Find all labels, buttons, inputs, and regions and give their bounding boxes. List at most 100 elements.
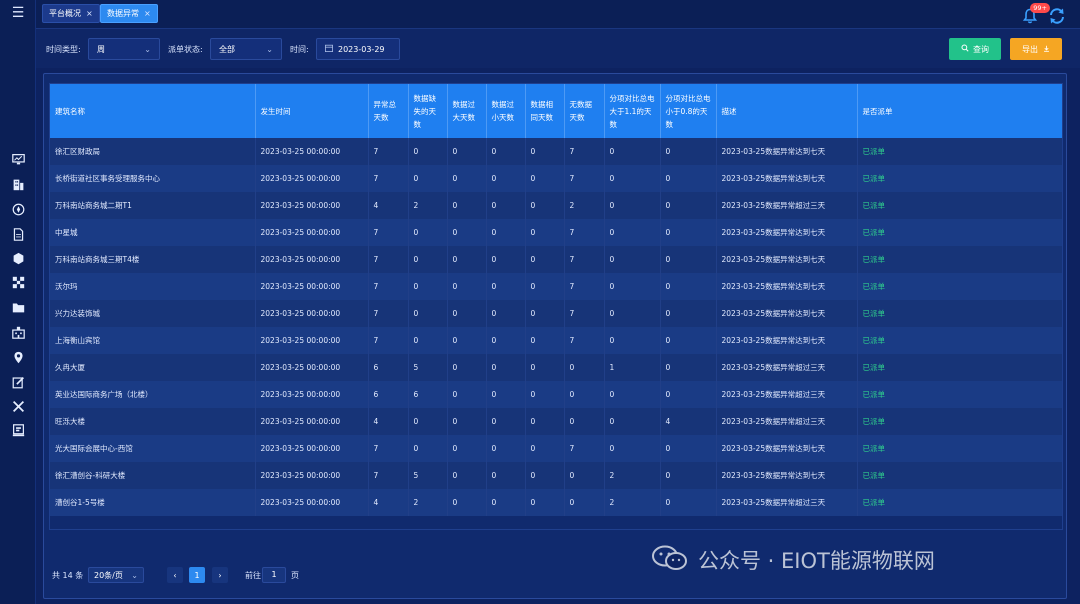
- refresh-icon[interactable]: [1048, 7, 1066, 25]
- location-pin-icon[interactable]: [9, 348, 27, 366]
- table-cell: 2023-03-25 00:00:00: [255, 327, 369, 354]
- table-cell: 4: [368, 489, 409, 516]
- time-type-value: 周: [97, 44, 105, 54]
- next-page-button[interactable]: ›: [212, 567, 228, 583]
- table-cell: 7: [564, 165, 605, 192]
- export-button[interactable]: 导出: [1010, 38, 1062, 60]
- table-row[interactable]: 上海衡山宾馆 2023-03-25 00:00:00 7 0 0 0 0 7 0 0 2023-03…: [50, 327, 1062, 354]
- chevron-down-icon: ⌄: [266, 44, 273, 54]
- table-row[interactable]: 万科南站商务城二期T1 2023-03-25 00:00:00 4 2 0 0 0 2 0 0 20…: [50, 192, 1062, 219]
- table-cell: 6: [368, 381, 409, 408]
- tools-icon[interactable]: [9, 397, 27, 415]
- menu-toggle-icon[interactable]: ☰: [10, 6, 26, 20]
- table-row[interactable]: 久冉大厦 2023-03-25 00:00:00 6 5 0 0 0 0 1 0 2023-03-2…: [50, 354, 1062, 381]
- table-cell: 0: [604, 435, 661, 462]
- table-cell: 0: [564, 354, 605, 381]
- table-cell: 7: [368, 462, 409, 489]
- table-cell: 0: [525, 165, 565, 192]
- table-cell: 0: [525, 273, 565, 300]
- table-row[interactable]: 旺泺大楼 2023-03-25 00:00:00 4 0 0 0 0 0 0 4 2023-03-2…: [50, 408, 1062, 435]
- table-cell: 0: [525, 138, 565, 165]
- date-picker[interactable]: 2023-03-29: [316, 38, 400, 60]
- network-icon[interactable]: [9, 273, 27, 291]
- dispatch-status-value: 全部: [219, 44, 235, 54]
- table-cell: 英业达国际商务广场（北楼）: [50, 381, 256, 408]
- table-row[interactable]: 英业达国际商务广场（北楼） 2023-03-25 00:00:00 6 6 0 0 0 0 0 0…: [50, 381, 1062, 408]
- table-row[interactable]: 徐汇区财政局 2023-03-25 00:00:00 7 0 0 0 0 7 0 0 2023-03…: [50, 138, 1062, 165]
- table-cell: 0: [660, 327, 717, 354]
- table-cell: 0: [604, 192, 661, 219]
- table-cell: 2: [604, 462, 661, 489]
- query-label: 查询: [973, 44, 989, 54]
- page-size-select[interactable]: 20条/页 ⌄: [88, 567, 144, 583]
- table-cell: 万科南站商务城三期T4楼: [50, 246, 256, 273]
- table-cell: 7: [564, 327, 605, 354]
- close-icon[interactable]: ×: [86, 9, 93, 18]
- document-icon[interactable]: [9, 225, 27, 243]
- dispatch-status-cell: 已派单: [857, 462, 1062, 489]
- data-panel: 建筑名称 发生时间 异常总天数 数据缺失的天数 数据过大天数 数据过小天数 数据相同天数 无数…: [43, 73, 1067, 599]
- column-header: 数据过小天数: [486, 84, 526, 138]
- table-cell: 2023-03-25 00:00:00: [255, 381, 369, 408]
- table-row[interactable]: 长桥街道社区事务受理服务中心 2023-03-25 00:00:00 7 0 0 0 0 7 0…: [50, 165, 1062, 192]
- table-row[interactable]: 万科南站商务城三期T4楼 2023-03-25 00:00:00 7 0 0 0 0 7 0 0 2…: [50, 246, 1062, 273]
- table-cell: 徐汇区财政局: [50, 138, 256, 165]
- tab-platform-overview[interactable]: 平台概况 ×: [42, 4, 100, 23]
- table-cell: 0: [447, 462, 487, 489]
- table-cell: 旺泺大楼: [50, 408, 256, 435]
- table-cell: 7: [368, 300, 409, 327]
- cube-icon[interactable]: [9, 249, 27, 267]
- dispatch-status-cell: 已派单: [857, 327, 1062, 354]
- table-cell: 2023-03-25数据异常达到七天: [716, 462, 858, 489]
- search-icon: [961, 44, 969, 54]
- dispatch-status-cell: 已派单: [857, 381, 1062, 408]
- table-cell: 2023-03-25数据异常达到七天: [716, 219, 858, 246]
- table-cell: 0: [486, 300, 526, 327]
- table-cell: 2023-03-25数据异常达到七天: [716, 165, 858, 192]
- prev-page-button[interactable]: ‹: [167, 567, 183, 583]
- table-row[interactable]: 沃尔玛 2023-03-25 00:00:00 7 0 0 0 0 7 0 0 2023-03-25…: [50, 273, 1062, 300]
- dispatch-status-cell: 已派单: [857, 408, 1062, 435]
- table-cell: 6: [368, 354, 409, 381]
- table-cell: 0: [486, 165, 526, 192]
- table-cell: 5: [408, 354, 448, 381]
- table-cell: 2023-03-25 00:00:00: [255, 273, 369, 300]
- close-icon[interactable]: ×: [144, 9, 151, 18]
- query-button[interactable]: 查询: [949, 38, 1001, 60]
- tab-data-anomaly[interactable]: 数据异常 ×: [100, 4, 158, 23]
- page-size-value: 20条/页: [94, 570, 123, 580]
- table-row[interactable]: 漕创谷1-5号楼 2023-03-25 00:00:00 4 2 0 0 0 0 2 0 2023-…: [50, 489, 1062, 516]
- dispatch-status-cell: 已派单: [857, 219, 1062, 246]
- table-cell: 久冉大厦: [50, 354, 256, 381]
- hospital-icon[interactable]: [9, 323, 27, 341]
- folder-icon[interactable]: [9, 298, 27, 316]
- table-cell: 0: [486, 354, 526, 381]
- table-row[interactable]: 中星城 2023-03-25 00:00:00 7 0 0 0 0 7 0 0 2023-03-25…: [50, 219, 1062, 246]
- dispatch-status-select[interactable]: 全部 ⌄: [210, 38, 282, 60]
- table-row[interactable]: 兴力达装饰城 2023-03-25 00:00:00 7 0 0 0 0 7 0 0 2023-03…: [50, 300, 1062, 327]
- calendar-icon: [325, 44, 333, 54]
- table-cell: 0: [486, 408, 526, 435]
- table-row[interactable]: 光大国际会展中心-西馆 2023-03-25 00:00:00 7 0 0 0 0 7 0 0 20…: [50, 435, 1062, 462]
- table-cell: 7: [368, 165, 409, 192]
- table-row[interactable]: 徐汇漕创谷-科研大楼 2023-03-25 00:00:00 7 5 0 0 0 0 2 0 202…: [50, 462, 1062, 489]
- table-cell: 0: [486, 138, 526, 165]
- table-cell: 0: [660, 435, 717, 462]
- table-cell: 2: [408, 192, 448, 219]
- goto-page-input[interactable]: 1: [262, 567, 286, 583]
- building-icon[interactable]: [9, 175, 27, 193]
- edit-icon[interactable]: [9, 373, 27, 391]
- page-number-button[interactable]: 1: [189, 567, 205, 583]
- compass-icon[interactable]: [9, 200, 27, 218]
- table-cell: 2023-03-25 00:00:00: [255, 192, 369, 219]
- table-cell: 0: [525, 354, 565, 381]
- table-cell: 0: [660, 219, 717, 246]
- monitor-icon[interactable]: [9, 150, 27, 168]
- table-cell: 0: [660, 246, 717, 273]
- table-cell: 0: [660, 138, 717, 165]
- table-body: 徐汇区财政局 2023-03-25 00:00:00 7 0 0 0 0 7 0 0 2023-03…: [50, 138, 1062, 516]
- report-icon[interactable]: [9, 421, 27, 439]
- table-cell: 0: [660, 165, 717, 192]
- table-cell: 2023-03-25数据异常超过三天: [716, 192, 858, 219]
- time-type-select[interactable]: 周 ⌄: [88, 38, 160, 60]
